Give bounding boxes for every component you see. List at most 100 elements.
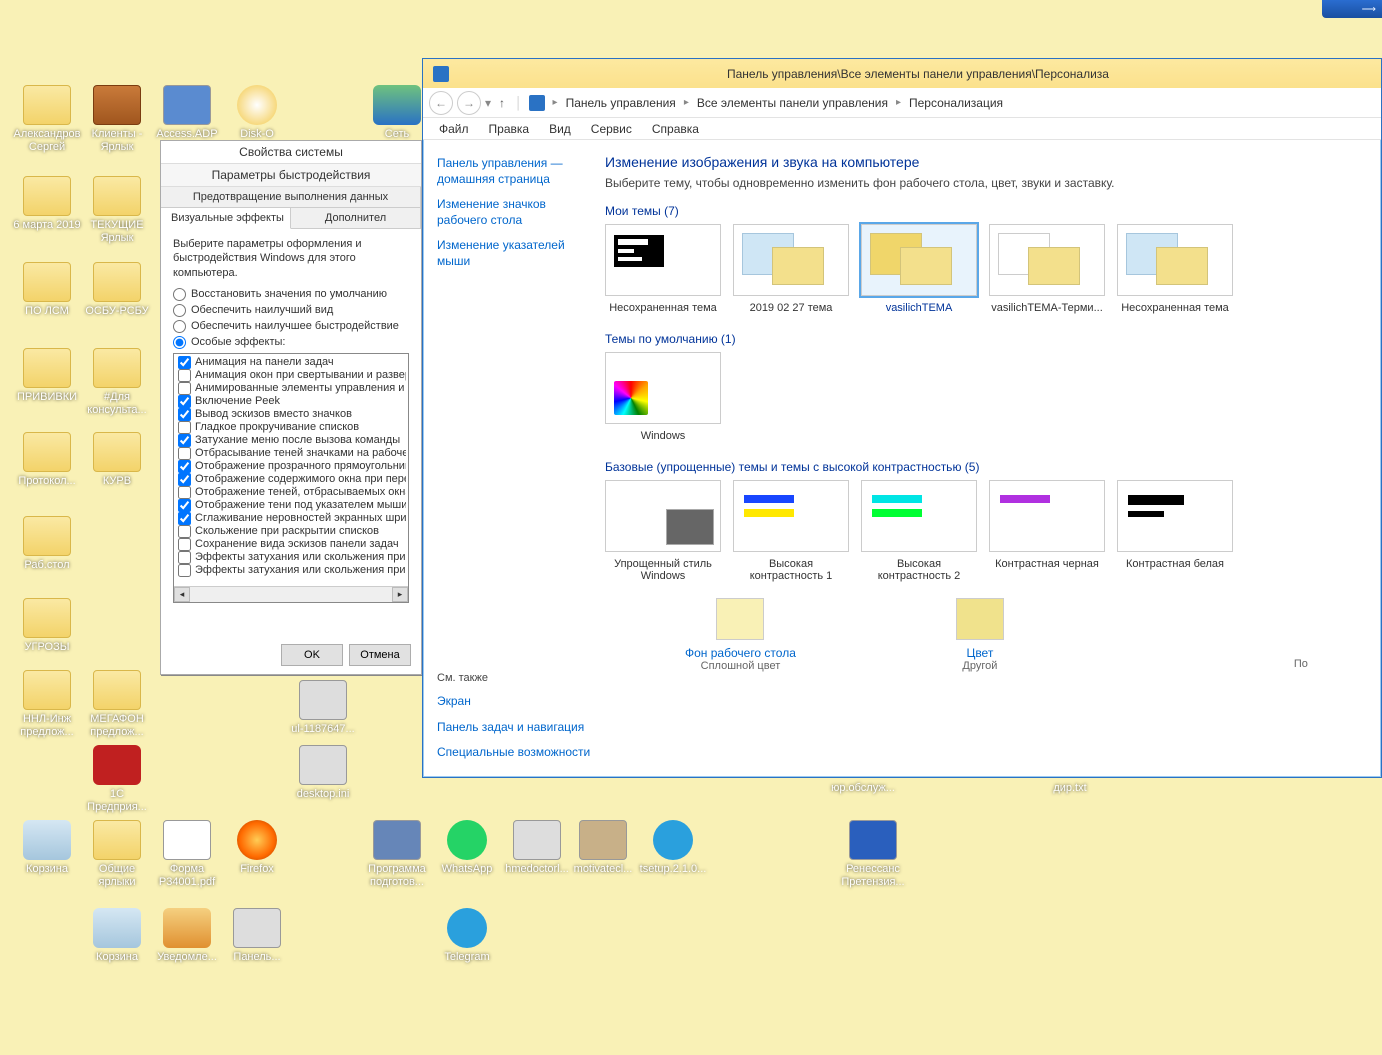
menu-service[interactable]: Сервис <box>583 120 640 138</box>
window-titlebar[interactable]: Панель управления\Все элементы панели уп… <box>423 59 1381 88</box>
theme-item[interactable]: Windows <box>605 352 721 442</box>
desktop-icon[interactable]: Корзина <box>82 908 152 964</box>
effects-listbox[interactable]: Анимация на панели задачАнимация окон пр… <box>173 353 409 603</box>
desktop-icon-recycle[interactable]: Корзина <box>12 820 82 876</box>
desktop-icon[interactable]: ОСБУ-РСБУ <box>82 262 152 318</box>
sidebar-accessibility[interactable]: Специальные возможности <box>437 745 591 761</box>
nav-up-button[interactable]: ↑ <box>495 96 509 110</box>
desktop-icon[interactable]: ПО ЛСМ <box>12 262 82 318</box>
checkbox-input[interactable] <box>178 525 191 538</box>
theme-item[interactable]: vasilichTEMA-Терми... <box>989 224 1105 314</box>
nav-forward-button[interactable]: → <box>457 91 481 115</box>
effect-checkbox[interactable]: Отображение прозрачного прямоугольника в… <box>176 460 406 473</box>
sidebar-home[interactable]: Панель управления — домашняя страница <box>437 156 591 187</box>
checkbox-input[interactable] <box>178 421 191 434</box>
nav-back-button[interactable]: ← <box>429 91 453 115</box>
desktop-icon[interactable]: #Для консульта... <box>82 348 152 416</box>
chevron-right-icon[interactable]: ▸ <box>684 97 689 108</box>
desktop-icon[interactable]: Панель... <box>222 908 292 964</box>
sidebar-screen[interactable]: Экран <box>437 694 591 710</box>
desktop-icon[interactable]: 6 марта 2019 <box>12 176 82 232</box>
radio-custom[interactable]: Особые эффекты: <box>173 336 409 349</box>
scroll-left-button[interactable]: ◂ <box>174 587 190 602</box>
radio-best-appearance[interactable]: Обеспечить наилучший вид <box>173 304 409 317</box>
desktop-icon[interactable]: Клиенты - Ярлык <box>82 85 152 153</box>
effect-checkbox[interactable]: Отображение теней, отбрасываемых окнами <box>176 486 406 499</box>
desktop-icon[interactable]: Общие ярлыки <box>82 820 152 888</box>
theme-item-selected[interactable]: vasilichTEMA <box>861 224 977 314</box>
chevron-right-icon[interactable]: ▸ <box>553 97 558 108</box>
horizontal-scrollbar[interactable]: ◂ ▸ <box>174 586 408 602</box>
checkbox-input[interactable] <box>178 447 191 460</box>
desktop-icon[interactable]: 1С Предприя... <box>82 745 152 813</box>
checkbox-input[interactable] <box>178 538 191 551</box>
breadcrumb-personalization[interactable]: Персонализация <box>909 96 1003 110</box>
color-link-label[interactable]: Цвет <box>956 646 1004 660</box>
theme-item[interactable]: Контрастная черная <box>989 480 1105 582</box>
desktop-icon[interactable]: motivatecl... <box>568 820 638 876</box>
theme-item[interactable]: Высокая контрастность 2 <box>861 480 977 582</box>
menu-edit[interactable]: Правка <box>481 120 538 138</box>
cancel-button[interactable]: Отмена <box>349 644 411 666</box>
theme-item[interactable]: Контрастная белая <box>1117 480 1233 582</box>
theme-item[interactable]: Упрощенный стиль Windows <box>605 480 721 582</box>
tab-dep[interactable]: Предотвращение выполнения данных <box>161 187 421 207</box>
desktop-icon[interactable]: Протокол... <box>12 432 82 488</box>
checkbox-input[interactable] <box>178 551 191 564</box>
effect-checkbox[interactable]: Эффекты затухания или скольжения при обр… <box>176 551 406 564</box>
sidebar-change-icons[interactable]: Изменение значков рабочего стола <box>437 197 591 228</box>
effect-checkbox[interactable]: Анимация окон при свертывании и разверты… <box>176 369 406 382</box>
desktop-icon[interactable]: КУРВ <box>82 432 152 488</box>
desktop-icon[interactable]: Firefox <box>222 820 292 876</box>
desktop-icon[interactable]: Disk-O <box>222 85 292 141</box>
theme-item[interactable]: Несохраненная тема <box>605 224 721 314</box>
effect-checkbox[interactable]: Отображение тени под указателем мыши <box>176 499 406 512</box>
desktop-icon[interactable]: Ренессанс Претензия... <box>838 820 908 888</box>
checkbox-input[interactable] <box>178 473 191 486</box>
nav-dropdown[interactable]: ▾ <box>485 96 491 110</box>
theme-item[interactable]: 2019 02 27 тема <box>733 224 849 314</box>
checkbox-input[interactable] <box>178 512 191 525</box>
desktop-icon[interactable]: УГРОЗЫ <box>12 598 82 654</box>
effect-checkbox[interactable]: Включение Peek <box>176 395 406 408</box>
radio-restore-defaults[interactable]: Восстановить значения по умолчанию <box>173 288 409 301</box>
chevron-right-icon[interactable]: ▸ <box>896 97 901 108</box>
desktop-background-link[interactable]: Фон рабочего стола Сплошной цвет <box>685 598 796 672</box>
checkbox-input[interactable] <box>178 369 191 382</box>
desktop-icon[interactable]: tsetup.2.1.0... <box>638 820 708 876</box>
desktop-icon[interactable]: юр.обслуж... <box>828 782 898 795</box>
scroll-right-button[interactable]: ▸ <box>392 587 408 602</box>
desktop-icon[interactable]: Александров Сергей <box>12 85 82 153</box>
desktop-icon[interactable]: дир.txt <box>1035 782 1105 795</box>
desktop-icon[interactable]: ul-1187647... <box>288 680 358 736</box>
effect-checkbox[interactable]: Скольжение при раскрытии списков <box>176 525 406 538</box>
more-link[interactable]: По <box>1294 598 1308 672</box>
desktop-icon[interactable]: Telegram <box>432 908 502 964</box>
desktop-icon[interactable]: ННЛ-Инж предлож... <box>12 670 82 738</box>
desktop-icon[interactable]: Форма Р34001.pdf <box>152 820 222 888</box>
radio-best-performance[interactable]: Обеспечить наилучшее быстродействие <box>173 320 409 333</box>
breadcrumb-all-items[interactable]: Все элементы панели управления <box>697 96 888 110</box>
ok-button[interactable]: OK <box>281 644 343 666</box>
effect-checkbox[interactable]: Вывод эскизов вместо значков <box>176 408 406 421</box>
breadcrumb-control-panel[interactable]: Панель управления <box>566 96 676 110</box>
desktop-icon[interactable]: hmedoctorl... <box>502 820 572 876</box>
theme-item[interactable]: Несохраненная тема <box>1117 224 1233 314</box>
effect-checkbox[interactable]: Сглаживание неровностей экранных шрифтов <box>176 512 406 525</box>
checkbox-input[interactable] <box>178 499 191 512</box>
menu-file[interactable]: Файл <box>431 120 477 138</box>
effect-checkbox[interactable]: Анимированные элементы управления и элем… <box>176 382 406 395</box>
tab-visual-effects[interactable]: Визуальные эффекты <box>161 208 291 229</box>
checkbox-input[interactable] <box>178 460 191 473</box>
effect-checkbox[interactable]: Эффекты затухания или скольжения при поя… <box>176 564 406 577</box>
effect-checkbox[interactable]: Отображение содержимого окна при перетас… <box>176 473 406 486</box>
desktop-icon[interactable]: desktop.ini <box>288 745 358 801</box>
checkbox-input[interactable] <box>178 408 191 421</box>
checkbox-input[interactable] <box>178 486 191 499</box>
menu-help[interactable]: Справка <box>644 120 707 138</box>
desktop-icon[interactable]: WhatsApp <box>432 820 502 876</box>
sidebar-taskbar[interactable]: Панель задач и навигация <box>437 720 591 736</box>
desktop-background-label[interactable]: Фон рабочего стола <box>685 646 796 660</box>
effect-checkbox[interactable]: Затухание меню после вызова команды <box>176 434 406 447</box>
checkbox-input[interactable] <box>178 356 191 369</box>
